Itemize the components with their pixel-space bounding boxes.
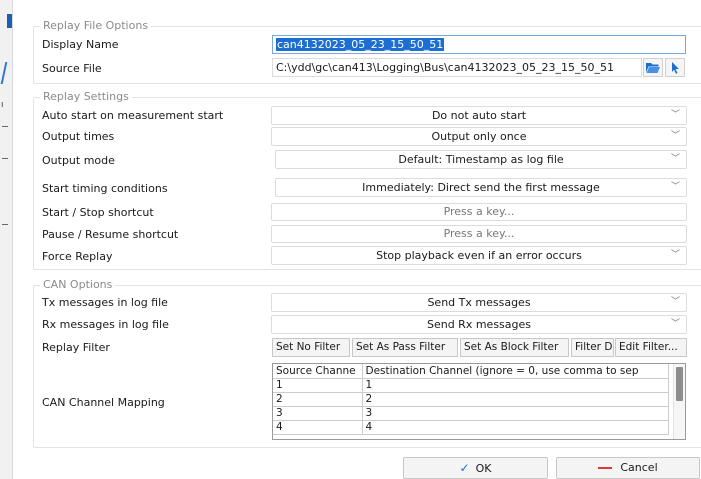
auto-start-value: Do not auto start (431, 109, 527, 122)
display-name-label: Display Name (42, 38, 119, 51)
mapping-table: Source Channe Destination Channel (ignor… (273, 364, 669, 435)
select-cursor-button[interactable] (665, 58, 685, 77)
window-edge-tick (2, 126, 8, 127)
group-legend: Replay Settings (40, 90, 132, 103)
source-channel-cell[interactable]: 2 (273, 392, 363, 407)
group-legend: CAN Options (40, 278, 116, 291)
scrollbar-thumb[interactable] (676, 367, 683, 401)
background-window-strip: ı (0, 0, 13, 479)
destination-channel-cell[interactable]: 2 (362, 392, 669, 407)
window-accent-mark (7, 14, 12, 28)
column-header-destination[interactable]: Destination Channel (ignore = 0, use com… (362, 364, 669, 379)
auto-start-dropdown[interactable]: Do not auto start ﹀ (271, 106, 687, 125)
set-no-filter-button[interactable]: Set No Filter (272, 338, 350, 357)
chevron-down-icon: ﹀ (670, 110, 680, 120)
display-name-value: can4132023_05_23_15_50_51 (276, 38, 445, 51)
chevron-down-icon: ﹀ (670, 154, 680, 164)
table-row[interactable]: 3 3 (273, 406, 669, 421)
ok-button[interactable]: ✓ OK (403, 457, 548, 479)
minus-icon (598, 467, 613, 469)
auto-start-label: Auto start on measurement start (42, 109, 224, 122)
group-legend: Replay File Options (40, 19, 152, 32)
start-stop-shortcut-field[interactable]: Press a key... (271, 203, 687, 221)
ok-label: OK (475, 462, 492, 475)
output-mode-dropdown[interactable]: Default: Timestamp as log file ﹀ (275, 150, 687, 169)
source-channel-cell[interactable]: 4 (273, 420, 363, 435)
chevron-down-icon: ﹀ (670, 131, 680, 141)
chevron-down-icon: ﹀ (670, 250, 680, 260)
force-replay-dropdown[interactable]: Stop playback even if an error occurs ﹀ (271, 246, 687, 265)
source-file-label: Source File (42, 62, 102, 75)
start-stop-shortcut-label: Start / Stop shortcut (42, 206, 154, 219)
cursor-select-icon (672, 62, 679, 74)
table-row[interactable]: 1 1 (273, 378, 669, 393)
can-channel-mapping-label: CAN Channel Mapping (42, 396, 165, 409)
start-timing-value: Immediately: Direct send the first messa… (362, 181, 600, 194)
window-edge-tick (2, 158, 8, 159)
source-channel-cell[interactable]: 3 (273, 406, 363, 421)
replay-dialog: Replay File Options Display Name can4132… (13, 0, 701, 479)
destination-channel-cell[interactable]: 3 (362, 406, 669, 421)
folder-open-icon (646, 63, 660, 73)
edit-filter-button[interactable]: Edit Filter... (615, 338, 687, 357)
force-replay-value: Stop playback even if an error occurs (376, 249, 582, 262)
output-times-dropdown[interactable]: Output only once ﹀ (271, 127, 687, 146)
source-file-field[interactable]: C:\ydd\gc\can413\Logging\Bus\can4132023_… (272, 58, 642, 77)
output-mode-label: Output mode (42, 154, 115, 167)
chevron-down-icon: ﹀ (670, 182, 680, 192)
start-timing-dropdown[interactable]: Immediately: Direct send the first messa… (275, 178, 687, 197)
rx-messages-dropdown[interactable]: Send Rx messages ﹀ (271, 315, 687, 334)
destination-channel-cell[interactable]: 4 (362, 420, 669, 435)
tx-messages-value: Send Tx messages (427, 296, 531, 309)
output-mode-value: Default: Timestamp as log file (398, 153, 564, 166)
cancel-button[interactable]: Cancel (556, 457, 700, 479)
column-header-source[interactable]: Source Channe (273, 364, 363, 379)
table-row[interactable]: 4 4 (273, 420, 669, 435)
output-times-label: Output times (42, 130, 115, 143)
pause-resume-shortcut-label: Pause / Resume shortcut (42, 228, 179, 241)
rx-messages-label: Rx messages in log file (42, 318, 169, 331)
output-times-value: Output only once (431, 130, 527, 143)
set-as-block-filter-button[interactable]: Set As Block Filter (460, 338, 569, 357)
source-channel-cell[interactable]: 1 (273, 378, 363, 393)
tx-messages-dropdown[interactable]: Send Tx messages ﹀ (271, 293, 687, 312)
table-row[interactable]: 2 2 (273, 392, 669, 407)
force-replay-label: Force Replay (42, 250, 113, 263)
window-edge-glyph: ı (1, 100, 4, 110)
can-channel-mapping-grid[interactable]: Source Channe Destination Channel (ignor… (272, 363, 686, 440)
window-edge-tick (2, 224, 8, 225)
tx-messages-label: Tx messages in log file (42, 296, 168, 309)
replay-filter-label: Replay Filter (42, 341, 110, 354)
destination-channel-cell[interactable]: 1 (362, 378, 669, 393)
start-timing-label: Start timing conditions (42, 182, 168, 195)
browse-folder-button[interactable] (643, 58, 663, 77)
filter-display-button[interactable]: Filter D (571, 338, 614, 357)
checkmark-icon: ✓ (459, 461, 470, 475)
cancel-label: Cancel (620, 461, 658, 474)
display-name-field[interactable]: can4132023_05_23_15_50_51 (272, 35, 686, 54)
window-edge-mark (0, 62, 8, 84)
set-as-pass-filter-button[interactable]: Set As Pass Filter (352, 338, 458, 357)
rx-messages-value: Send Rx messages (426, 318, 532, 331)
pause-resume-shortcut-field[interactable]: Press a key... (271, 225, 687, 243)
chevron-down-icon: ﹀ (670, 297, 680, 307)
mapping-header-row: Source Channe Destination Channel (ignor… (273, 364, 669, 379)
chevron-down-icon: ﹀ (670, 319, 680, 329)
